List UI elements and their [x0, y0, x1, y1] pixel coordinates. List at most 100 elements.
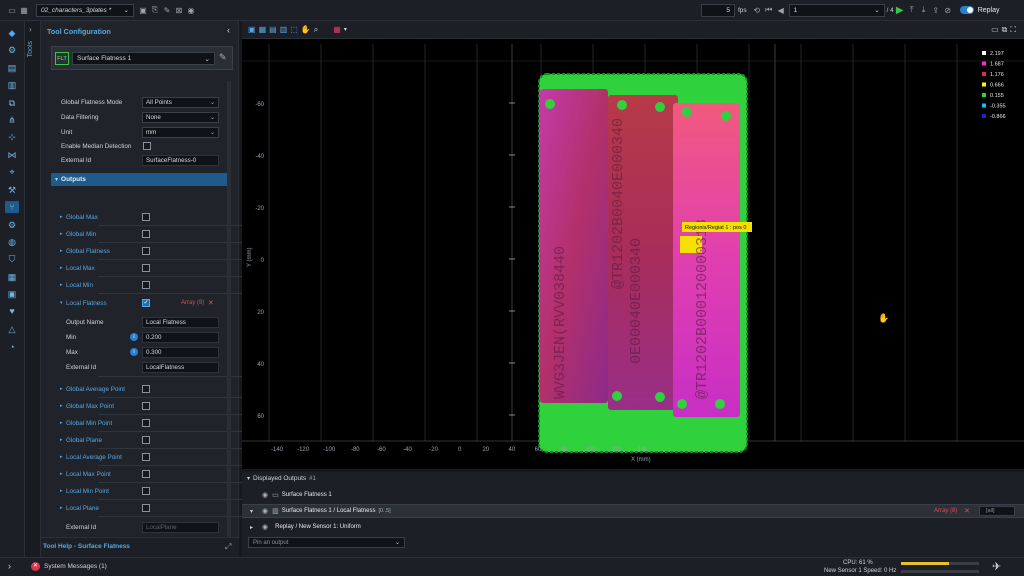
- briefcase-icon[interactable]: ▥: [5, 79, 19, 91]
- job-select[interactable]: 02_characters_3plates * ⌄: [36, 3, 134, 17]
- output-checkbox[interactable]: [142, 419, 150, 427]
- pin-output-select[interactable]: Pin an output ⌄: [248, 537, 405, 548]
- output-checkbox[interactable]: [142, 213, 150, 221]
- output-checkbox[interactable]: [142, 487, 150, 495]
- setting-checkbox[interactable]: [143, 142, 151, 150]
- prev-icon[interactable]: ◀: [775, 4, 787, 16]
- heart-icon[interactable]: ♥: [5, 305, 19, 317]
- fork-icon[interactable]: ⑂: [5, 201, 19, 213]
- view-grid-icon[interactable]: ▦: [259, 25, 267, 34]
- output-checkbox[interactable]: [142, 230, 150, 238]
- circle-icon[interactable]: ◍: [5, 236, 19, 248]
- output-checkbox[interactable]: [142, 470, 150, 478]
- clear-icon[interactable]: ⊘: [942, 4, 954, 16]
- index-input[interactable]: [all]: [979, 506, 1015, 516]
- settings-icon[interactable]: ⚙: [5, 44, 19, 56]
- layers-icon[interactable]: ⧉: [5, 97, 19, 109]
- collapse-icon[interactable]: ▾: [247, 475, 250, 482]
- expand-icon[interactable]: ▸: [60, 437, 63, 443]
- output-checkbox[interactable]: [142, 385, 150, 393]
- expand-icon[interactable]: ▸: [60, 420, 63, 426]
- info-icon[interactable]: i: [130, 348, 138, 356]
- frame-index-select[interactable]: 1 ⌄: [788, 3, 885, 17]
- height-map-plot[interactable]: WVG3JEN(RVV038440 0E00040E000340 @TR1202…: [242, 39, 1024, 469]
- folder-icon[interactable]: ▭: [6, 4, 18, 16]
- expand-icon[interactable]: ▸: [60, 282, 63, 288]
- view-surface-icon[interactable]: ▤: [269, 25, 277, 34]
- expand-icon[interactable]: ▸: [60, 488, 63, 494]
- lock-icon[interactable]: ⊠: [173, 4, 185, 16]
- hierarchy-icon[interactable]: ⊹: [5, 131, 19, 143]
- setting-select[interactable]: None ⌄: [142, 111, 219, 123]
- expand-icon[interactable]: ▸: [60, 231, 63, 237]
- field-input[interactable]: LocalFlatness: [142, 361, 219, 373]
- output-checkbox[interactable]: [142, 453, 150, 461]
- output-display-row[interactable]: ▸ ◉ Replay / New Sensor 1: Uniform: [242, 520, 1024, 534]
- sensor-status-icon[interactable]: ✈: [992, 560, 1001, 573]
- chevron-down-icon[interactable]: ▾: [344, 26, 347, 33]
- setting-text-field[interactable]: SurfaceFlatness-0: [142, 154, 219, 166]
- field-input[interactable]: LocalPlane: [142, 521, 219, 533]
- shield-icon[interactable]: ⛉: [5, 253, 19, 265]
- pan-icon[interactable]: ✋: [301, 25, 311, 34]
- save-as-icon[interactable]: ⎘: [149, 4, 161, 16]
- upload-icon[interactable]: ⤒: [906, 4, 918, 16]
- expand-icon[interactable]: ▸: [60, 471, 63, 477]
- step-back-icon[interactable]: ⏮: [763, 4, 775, 16]
- wrench-icon[interactable]: ⚙: [5, 219, 19, 231]
- output-display-row[interactable]: ▾ ◉ ▥ Surface Flatness 1 / Local Flatness [0…: [242, 504, 1024, 518]
- visibility-icon[interactable]: ◉: [262, 491, 268, 499]
- view-profile-icon[interactable]: ▥: [280, 25, 288, 34]
- output-checkbox[interactable]: [142, 247, 150, 255]
- remove-icon[interactable]: ✕: [208, 299, 214, 307]
- gauge-icon[interactable]: ◔: [5, 341, 19, 353]
- field-input[interactable]: 0.200: [142, 331, 219, 343]
- tools-chevron-icon[interactable]: ›: [29, 25, 32, 34]
- loop-icon[interactable]: ⟲: [751, 4, 763, 16]
- output-checkbox[interactable]: [142, 281, 150, 289]
- expand-icon[interactable]: ▸: [60, 265, 63, 271]
- view-3d-icon[interactable]: ⬚: [290, 25, 298, 34]
- setting-select[interactable]: All Points ⌄: [142, 96, 219, 108]
- field-input[interactable]: 0.300: [142, 346, 219, 358]
- logo-icon[interactable]: ◆: [5, 27, 19, 39]
- visibility-icon[interactable]: ◉: [262, 523, 268, 531]
- output-display-row[interactable]: ◉ ▭ Surface Flatness 1: [242, 488, 1024, 502]
- panel-scrollbar[interactable]: [227, 81, 231, 541]
- expand-icon[interactable]: ▸: [250, 524, 258, 531]
- expand-icon[interactable]: ▸: [60, 386, 63, 392]
- export-icon[interactable]: ⇪: [930, 4, 942, 16]
- frame-count-input[interactable]: 5: [701, 3, 735, 17]
- rename-icon[interactable]: ✎: [219, 52, 227, 63]
- download-icon[interactable]: ⤓: [918, 4, 930, 16]
- output-checkbox[interactable]: [142, 402, 150, 410]
- expand-icon[interactable]: ▸: [60, 454, 63, 460]
- save-icon[interactable]: ▣: [137, 4, 149, 16]
- output-checkbox[interactable]: [142, 436, 150, 444]
- remove-icon[interactable]: ✕: [964, 507, 970, 515]
- document-icon[interactable]: ▤: [5, 62, 19, 74]
- zoom-icon[interactable]: ⌕: [314, 25, 318, 35]
- status-chevron-icon[interactable]: ›: [8, 561, 11, 571]
- setting-select[interactable]: mm ⌄: [142, 126, 219, 138]
- expand-icon[interactable]: ▾: [60, 300, 63, 306]
- grid-icon[interactable]: ▦: [18, 4, 30, 16]
- view-2d-icon[interactable]: ▣: [248, 25, 256, 34]
- expand-icon[interactable]: ▸: [60, 248, 63, 254]
- display-settings-icon[interactable]: ▭: [991, 25, 999, 34]
- replay-toggle[interactable]: [959, 6, 974, 14]
- field-input[interactable]: Local Flatness: [142, 316, 219, 328]
- collapse-panel-icon[interactable]: ‹: [227, 25, 230, 35]
- camera-icon[interactable]: ◉: [185, 4, 197, 16]
- fullscreen-icon[interactable]: ⛶: [1010, 25, 1016, 35]
- output-checkbox[interactable]: [142, 264, 150, 272]
- color-map-icon[interactable]: ▦: [333, 25, 341, 34]
- nodes-icon[interactable]: ⋔: [5, 114, 19, 126]
- 3d-viewer[interactable]: ▣ ▦ ▤ ▥ ⬚ ✋ ⌕ ▦ ▾ ▭ ⧉ ⛶ WVG3JEN(RVV03844…: [242, 21, 1024, 469]
- output-checkbox[interactable]: [142, 504, 150, 512]
- expand-icon[interactable]: ⤢: [225, 542, 231, 552]
- system-messages-link[interactable]: System Messages (1): [44, 563, 107, 570]
- tool-select[interactable]: Surface Flatness 1 ⌄: [72, 52, 215, 65]
- visibility-icon[interactable]: ◉: [262, 507, 268, 515]
- table-icon[interactable]: ▦: [5, 271, 19, 283]
